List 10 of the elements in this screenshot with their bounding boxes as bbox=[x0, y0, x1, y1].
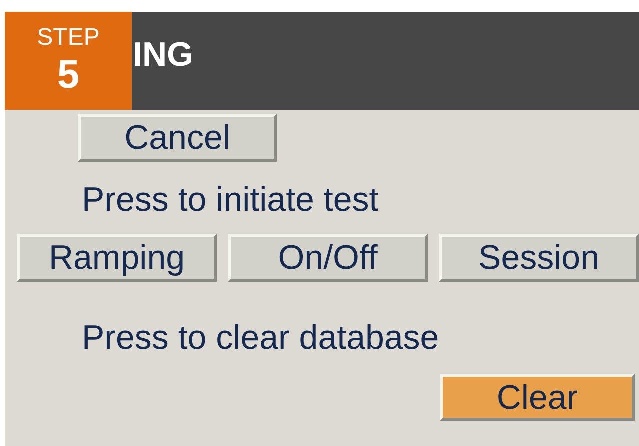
test-button[interactable]: Session bbox=[439, 234, 639, 282]
test-button[interactable]: Ramping bbox=[17, 234, 217, 282]
prompt-text: Press to initiate test bbox=[81, 180, 380, 220]
clear-button[interactable]: Clear bbox=[440, 374, 635, 421]
window-title: ING bbox=[133, 36, 194, 74]
step-number: 5 bbox=[57, 52, 80, 98]
prompt-text: Press to clear database bbox=[81, 318, 440, 358]
test-button[interactable]: On/Off bbox=[228, 234, 428, 282]
step-label: STEP bbox=[37, 24, 100, 52]
cancel-button[interactable]: Cancel bbox=[78, 114, 277, 162]
